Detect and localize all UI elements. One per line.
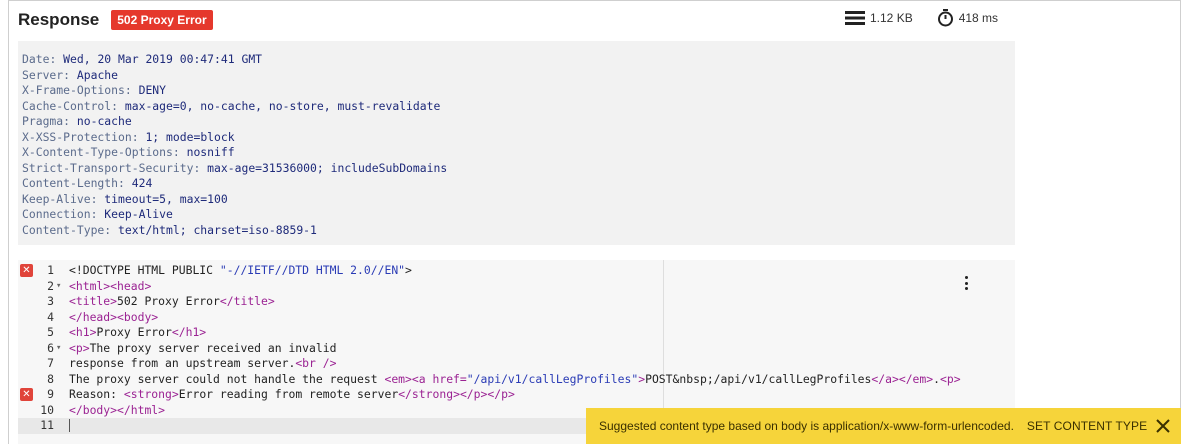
- code-line[interactable]: 7 response from an upstream server.<br />: [18, 356, 1015, 372]
- header-key: Pragma: [22, 114, 64, 128]
- more-vertical-icon[interactable]: [960, 274, 972, 292]
- header-line: Connection: Keep-Alive: [22, 207, 173, 221]
- content-type-toast: Suggested content type based on body is …: [586, 408, 1181, 444]
- toast-message: Suggested content type based on body is …: [599, 419, 1014, 433]
- code-text: </head><body>: [69, 309, 159, 324]
- code-line[interactable]: 5 <h1>Proxy Error</h1>: [18, 325, 1015, 341]
- status-badge: 502 Proxy Error: [111, 10, 213, 30]
- header-key: Content-Length: [22, 176, 119, 190]
- header-value: max-age=31536000; includeSubDomains: [207, 160, 448, 175]
- header-key: X-Frame-Options: [22, 83, 125, 97]
- text-cursor: [69, 419, 70, 432]
- response-time-value: 418 ms: [958, 11, 999, 25]
- error-marker-icon[interactable]: ✕: [20, 388, 33, 401]
- header-line: Strict-Transport-Security: max-age=31536…: [22, 160, 448, 175]
- code-text: [69, 418, 70, 434]
- code-text: response from an upstream server.<br />: [69, 356, 337, 370]
- header-line: X-Frame-Options: DENY: [22, 83, 167, 97]
- size-icon: [845, 11, 865, 25]
- header-key: Server: [22, 67, 64, 82]
- response-header: Response 502 Proxy Error: [18, 8, 213, 32]
- header-line: X-Content-Type-Options: nosniff: [22, 145, 235, 159]
- code-line[interactable]: 4 </head><body>: [18, 310, 1015, 326]
- header-value: 1; mode=block: [145, 129, 235, 144]
- header-key: Content-Type: [22, 222, 105, 237]
- header-value: 424: [131, 176, 153, 190]
- code-text: The proxy server could not handle the re…: [69, 371, 961, 386]
- code-line[interactable]: 8 The proxy server could not handle the r…: [18, 372, 1015, 388]
- header-line: Cache-Control: max-age=0, no-cache, no-s…: [22, 98, 441, 113]
- header-key: Keep-Alive: [22, 191, 91, 206]
- code-line[interactable]: 6 ▾ <p>The proxy server received an invali…: [18, 341, 1015, 357]
- header-line: Pragma: no-cache: [22, 114, 132, 128]
- timer-icon: [937, 9, 953, 27]
- response-title: Response: [18, 10, 100, 29]
- line-number: 5: [47, 325, 54, 339]
- line-number: 11: [40, 418, 54, 432]
- header-value: Apache: [76, 67, 119, 82]
- response-size-value: 1.12 KB: [870, 11, 913, 25]
- code-text: <title>502 Proxy Error</title>: [69, 294, 275, 308]
- line-number: 2: [47, 278, 54, 293]
- line-number: 6: [47, 340, 54, 355]
- fold-toggle-icon[interactable]: ▾: [56, 341, 61, 357]
- code-line[interactable]: 3 <title>502 Proxy Error</title>: [18, 294, 1015, 310]
- header-key: Strict-Transport-Security: [22, 160, 194, 175]
- response-stats: 1.12 KB 418 ms: [845, 9, 998, 27]
- response-headers: Date: Wed, 20 Mar 2019 00:47:41 GMT Serve…: [18, 41, 1015, 245]
- header-key: Cache-Control: [22, 98, 112, 113]
- code-line[interactable]: ✕ 1 <!DOCTYPE HTML PUBLIC "-//IETF//DTD HT…: [18, 263, 1015, 279]
- line-number: 9: [47, 387, 54, 401]
- header-value: no-cache: [76, 114, 132, 128]
- code-text: </body></html>: [69, 402, 166, 417]
- header-line: X-XSS-Protection: 1; mode=block: [22, 129, 235, 144]
- header-value: DENY: [138, 83, 167, 97]
- code-line[interactable]: 2 ▾ <html><head>: [18, 279, 1015, 295]
- response-time: 418 ms: [937, 9, 998, 27]
- code-text: <p>The proxy server received an invalid: [69, 340, 337, 355]
- header-line: Content-Length: 424: [22, 176, 153, 190]
- code-text: Reason: <strong>Error reading from remot…: [69, 387, 515, 401]
- fold-toggle-icon[interactable]: ▾: [56, 279, 61, 295]
- line-number: 1: [47, 263, 54, 277]
- header-line: Content-Type: text/html; charset=iso-885…: [22, 222, 317, 237]
- header-key: Connection: [22, 207, 91, 221]
- line-number: 7: [47, 356, 54, 370]
- code-line[interactable]: ✕ 9 Reason: <strong>Error reading from rem…: [18, 387, 1015, 403]
- code-text: <html><head>: [69, 278, 152, 293]
- header-value: text/html; charset=iso-8859-1: [118, 222, 317, 237]
- header-line: Keep-Alive: timeout=5, max=100: [22, 191, 228, 206]
- close-icon[interactable]: [1155, 418, 1171, 434]
- header-value: Wed, 20 Mar 2019 00:47:41 GMT: [63, 52, 263, 66]
- header-key: Date: [22, 52, 50, 66]
- header-value: Keep-Alive: [104, 207, 173, 221]
- line-number: 4: [47, 309, 54, 324]
- response-size: 1.12 KB: [845, 11, 913, 25]
- header-key: X-Content-Type-Options: [22, 145, 173, 159]
- header-value: nosniff: [186, 145, 235, 159]
- set-content-type-button[interactable]: SET CONTENT TYPE: [1027, 419, 1147, 433]
- header-line: Server: Apache: [22, 67, 119, 82]
- code-text: <!DOCTYPE HTML PUBLIC "-//IETF//DTD HTML…: [69, 263, 412, 277]
- code-text: <h1>Proxy Error</h1>: [69, 325, 207, 339]
- line-number: 8: [47, 371, 54, 386]
- line-number: 10: [40, 402, 54, 417]
- header-value: max-age=0, no-cache, no-store, must-reva…: [124, 98, 441, 113]
- header-line: Date: Wed, 20 Mar 2019 00:47:41 GMT: [22, 52, 263, 66]
- error-marker-icon[interactable]: ✕: [20, 264, 33, 277]
- header-value: timeout=5, max=100: [104, 191, 228, 206]
- line-number: 3: [47, 294, 54, 308]
- header-key: X-XSS-Protection: [22, 129, 132, 144]
